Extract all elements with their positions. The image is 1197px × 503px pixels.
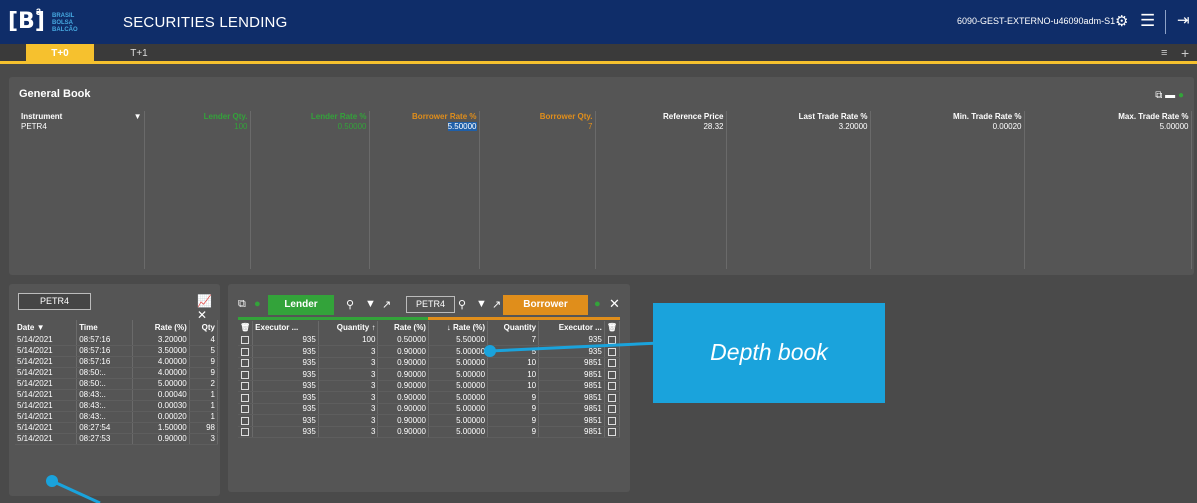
callout-line [51, 479, 101, 503]
callout-dot [46, 475, 58, 487]
callout-dot [484, 345, 496, 357]
callout-line [489, 341, 661, 353]
callout-text: Depth book [710, 339, 828, 365]
callout-pointers [46, 341, 661, 503]
depth-book-callout: Depth book [653, 303, 885, 403]
